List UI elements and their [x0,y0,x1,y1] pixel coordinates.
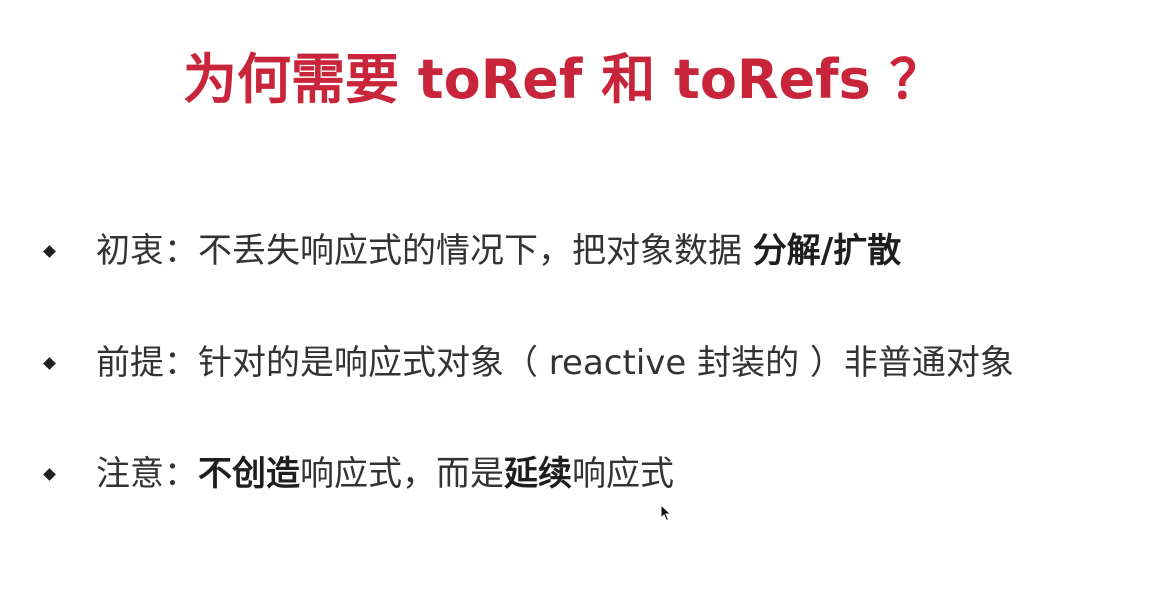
slide-title: 为何需要 toRef 和 toRefs ？ [183,48,944,111]
diamond-bullet-icon [43,244,56,258]
bullet-text: 前提：针对的是响应式对象（ reactive 封装的 ）非普通对象 [96,338,1014,388]
slide: 为何需要 toRef 和 toRefs ？ 初衷：不丢失响应式的情况下，把对象数… [0,0,1166,604]
diamond-bullet-icon [43,356,56,370]
bullet-body: 不丢失响应式的情况下，把对象数据 [198,231,753,271]
mouse-pointer-icon [660,504,672,522]
bullet-label: 前提： [96,343,198,383]
bullet-item-prerequisite: 前提：针对的是响应式对象（ reactive 封装的 ）非普通对象 [42,338,1014,388]
bullet-emphasis: 延续 [504,454,572,494]
bullet-label: 注意： [96,454,198,494]
bullet-text: 注意：不创造响应式，而是延续响应式 [96,449,674,499]
bullet-emphasis: 不创造 [198,454,300,494]
bullet-emphasis: 分解/扩散 [752,231,902,271]
bullet-item-purpose: 初衷：不丢失响应式的情况下，把对象数据 分解/扩散 [42,226,901,276]
bullet-text: 初衷：不丢失响应式的情况下，把对象数据 分解/扩散 [96,226,901,276]
diamond-bullet-icon [43,467,56,481]
bullet-body: 响应式 [572,454,674,494]
bullet-item-note: 注意：不创造响应式，而是延续响应式 [42,449,674,499]
bullet-label: 初衷： [96,231,198,271]
bullet-body: 响应式，而是 [300,454,504,494]
bullet-body: 针对的是响应式对象（ reactive 封装的 ）非普通对象 [198,343,1014,383]
